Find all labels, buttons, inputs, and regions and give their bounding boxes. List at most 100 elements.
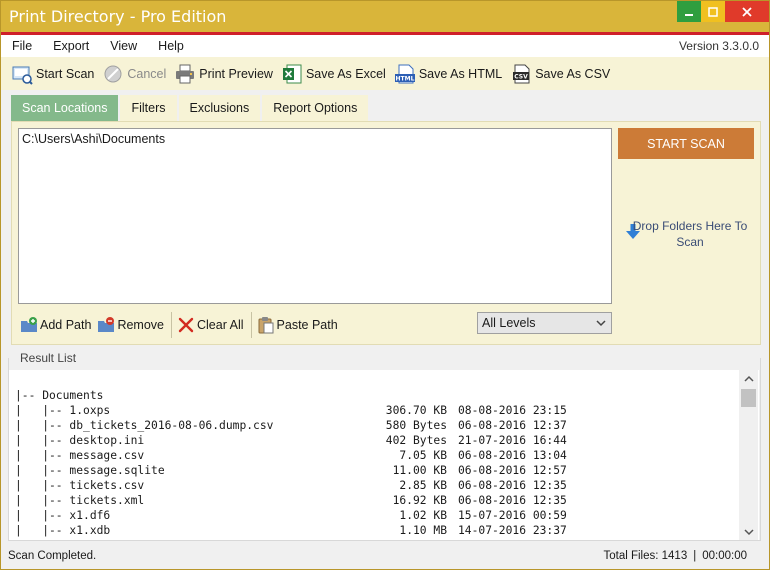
- status-separator: |: [693, 550, 697, 562]
- remove-path-button[interactable]: Remove: [95, 314, 168, 336]
- result-list-area[interactable]: |-- Documents | |-- 1.oxps 306.70 KB 08-08-…: [9, 370, 759, 540]
- save-csv-button[interactable]: CSV Save As CSV: [510, 63, 610, 85]
- scan-levels-dropdown[interactable]: All Levels: [477, 312, 612, 334]
- minimize-icon: [685, 13, 693, 16]
- result-row[interactable]: | |-- x1.df6 1.02 KB 15-07-2016 00:59: [15, 508, 567, 523]
- scroll-down-arrow[interactable]: [739, 523, 758, 540]
- svg-text:CSV: CSV: [514, 73, 528, 80]
- html-icon: HTML: [394, 63, 416, 85]
- result-file-size: 306.70 KB: [385, 404, 447, 417]
- title-bar[interactable]: Print Directory - Pro Edition: [1, 1, 769, 32]
- tab-scan-locations[interactable]: Scan Locations: [11, 95, 119, 121]
- chevron-up-icon: [743, 375, 754, 382]
- csv-icon: CSV: [510, 63, 532, 85]
- divider: [250, 312, 252, 338]
- svg-text:HTML: HTML: [395, 75, 414, 82]
- menu-file[interactable]: File: [1, 39, 42, 53]
- result-file-date: 21-07-2016 16:44: [458, 434, 567, 447]
- result-file-date: 06-08-2016 12:57: [458, 464, 567, 477]
- excel-icon: [281, 63, 303, 85]
- result-row[interactable]: | |-- message.sqlite 11.00 KB 06-08-2016 1…: [15, 463, 567, 478]
- tab-report-options[interactable]: Report Options: [262, 95, 369, 121]
- menu-help[interactable]: Help: [147, 39, 194, 53]
- result-row[interactable]: |-- Documents: [15, 388, 567, 403]
- scan-paths-list[interactable]: C:\Users\Ashi\Documents: [18, 128, 612, 304]
- levels-selected-value: All Levels: [482, 316, 536, 330]
- scan-path-item[interactable]: C:\Users\Ashi\Documents: [22, 132, 608, 146]
- scroll-up-arrow[interactable]: [739, 370, 758, 387]
- status-message: Scan Completed.: [8, 550, 97, 562]
- clear-all-button[interactable]: Clear All: [175, 314, 248, 336]
- result-row[interactable]: | |-- tickets.csv 2.85 KB 06-08-2016 12:35: [15, 478, 567, 493]
- clear-all-label: Clear All: [196, 318, 244, 332]
- remove-label: Remove: [117, 318, 164, 332]
- menu-bar: File Export View Help Version 3.3.0.0: [1, 35, 769, 57]
- toolbar: Start Scan Cancel Print Preview Save As …: [1, 57, 769, 90]
- scan-icon: [11, 63, 33, 85]
- print-preview-button[interactable]: Print Preview: [174, 63, 273, 85]
- result-file-date: 06-08-2016 12:37: [458, 419, 567, 432]
- chevron-down-icon: [743, 528, 754, 535]
- paste-path-button[interactable]: Paste Path: [255, 314, 342, 336]
- save-excel-button[interactable]: Save As Excel: [281, 63, 386, 85]
- scroll-thumb[interactable]: [741, 389, 756, 407]
- save-html-label: Save As HTML: [418, 66, 503, 81]
- result-file-name: | |-- x1.xdb: [15, 524, 111, 537]
- result-file-date: 08-08-2016 23:15: [458, 404, 567, 417]
- result-file-name: | |-- message.sqlite: [15, 464, 165, 477]
- result-scrollbar[interactable]: [739, 370, 758, 540]
- save-csv-label: Save As CSV: [535, 66, 611, 81]
- scan-locations-panel: C:\Users\Ashi\Documents START SCAN Drop …: [11, 121, 761, 345]
- result-file-name: | |-- tickets.xml: [15, 494, 145, 507]
- clear-x-icon: [177, 316, 195, 334]
- result-file-date: 06-08-2016 12:35: [458, 494, 567, 507]
- maximize-icon: [708, 6, 718, 17]
- result-file-name: | |-- tickets.csv: [15, 479, 145, 492]
- result-file-size: 16.92 KB: [392, 494, 447, 507]
- drop-folders-hint[interactable]: Drop Folders Here To Scan: [624, 218, 756, 250]
- chevron-down-icon: [596, 320, 606, 327]
- cancel-tool-button[interactable]: Cancel: [102, 63, 166, 85]
- result-file-name: | |-- 1.oxps: [15, 404, 111, 417]
- close-button[interactable]: [725, 1, 769, 22]
- clipboard-icon: [257, 316, 275, 334]
- menu-export[interactable]: Export: [42, 39, 99, 53]
- elapsed-time: 00:00:00: [702, 550, 747, 562]
- result-file-name: | |-- x1.df6: [15, 509, 111, 522]
- status-stats: Total Files: 1413 | 00:00:00: [603, 550, 747, 562]
- path-actions-bar: Add Path Remove Clear All Paste Path: [18, 312, 342, 338]
- result-row[interactable]: | |-- tickets.xml 16.92 KB 06-08-2016 12:3…: [15, 493, 567, 508]
- maximize-button[interactable]: [701, 1, 725, 22]
- app-window: Print Directory - Pro Edition File Expor…: [0, 0, 770, 570]
- result-row[interactable]: | |-- message.csv 7.05 KB 06-08-2016 13:04: [15, 448, 567, 463]
- result-file-date: 14-07-2016 23:37: [458, 524, 567, 537]
- result-file-size: 580 Bytes: [385, 419, 447, 432]
- add-path-label: Add Path: [40, 318, 92, 332]
- result-file-date: 15-07-2016 00:59: [458, 509, 567, 522]
- save-html-button[interactable]: HTML Save As HTML: [394, 63, 502, 85]
- result-row[interactable]: | |-- 1.oxps 306.70 KB 08-08-2016 23:15: [15, 403, 567, 418]
- remove-folder-icon: [97, 316, 115, 334]
- menu-view[interactable]: View: [99, 39, 147, 53]
- start-scan-label: Start Scan: [36, 66, 95, 81]
- minimize-button[interactable]: [677, 1, 701, 22]
- result-file-date: 06-08-2016 13:04: [458, 449, 567, 462]
- result-file-size: 1.10 MB: [399, 524, 447, 537]
- start-scan-tool-button[interactable]: Start Scan: [11, 63, 94, 85]
- start-scan-button[interactable]: START SCAN: [618, 128, 754, 159]
- result-file-size: 402 Bytes: [385, 434, 447, 447]
- result-row[interactable]: | |-- x1.xdb 1.10 MB 14-07-2016 23:37: [15, 523, 567, 538]
- tab-exclusions[interactable]: Exclusions: [178, 95, 261, 121]
- result-list-label: Result List: [18, 351, 79, 365]
- cancel-label: Cancel: [127, 66, 167, 81]
- add-path-button[interactable]: Add Path: [18, 314, 95, 336]
- save-excel-label: Save As Excel: [305, 66, 386, 81]
- window-controls: [677, 1, 769, 23]
- result-row[interactable]: | |-- desktop.ini 402 Bytes 21-07-2016 16:…: [15, 433, 567, 448]
- result-file-size: 2.85 KB: [399, 479, 447, 492]
- printer-icon: [174, 63, 196, 85]
- result-row[interactable]: | |-- db_tickets_2016-08-06.dump.csv 580 …: [15, 418, 567, 433]
- cancel-icon: [102, 63, 124, 85]
- result-file-size: [343, 388, 447, 403]
- tab-filters[interactable]: Filters: [120, 95, 177, 121]
